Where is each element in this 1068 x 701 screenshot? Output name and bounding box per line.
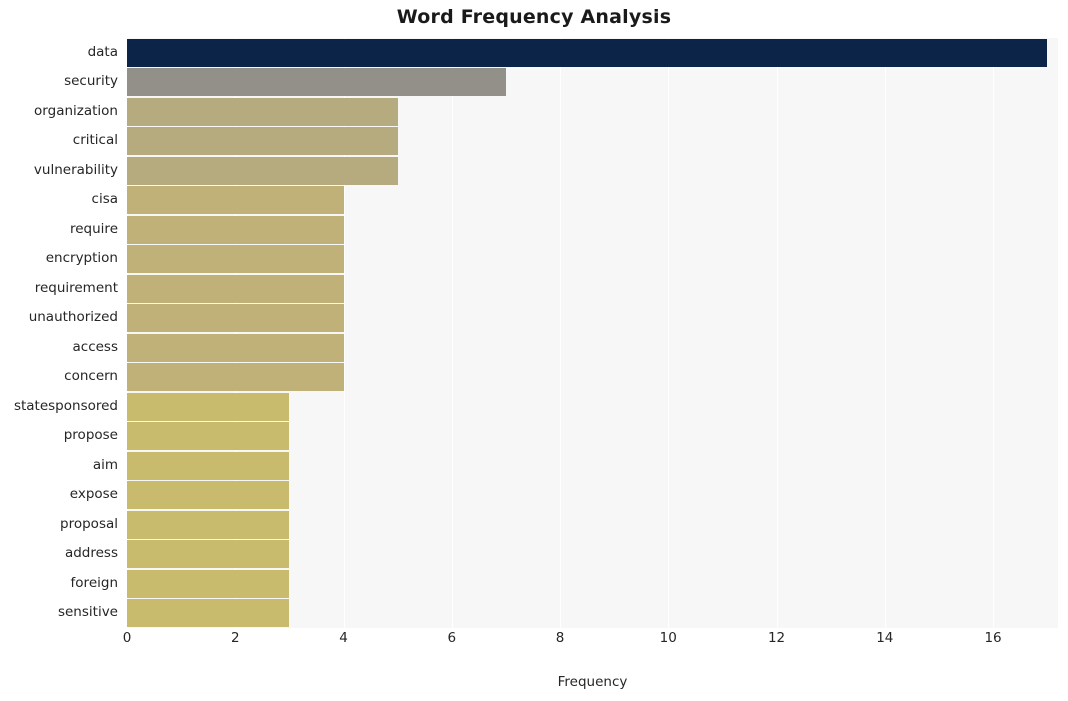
y-tick-label: critical bbox=[72, 132, 118, 149]
x-axis-tick-labels: 0 2 4 6 8 10 12 14 16 bbox=[123, 630, 1058, 654]
x-axis-label: Frequency bbox=[557, 674, 628, 690]
y-tick-label: foreign bbox=[70, 574, 118, 591]
y-tick-label: requirement bbox=[34, 279, 118, 296]
x-tick-label: 2 bbox=[230, 630, 240, 646]
y-tick-label: propose bbox=[63, 427, 118, 444]
x-tick-label: 16 bbox=[984, 630, 1002, 646]
x-tick-label: 8 bbox=[555, 630, 565, 646]
y-tick-label: encryption bbox=[45, 250, 118, 267]
word-frequency-chart: Word Frequency Analysis data security orga… bbox=[0, 0, 1068, 701]
y-tick-label: vulnerability bbox=[33, 161, 118, 178]
y-tick-label: statesponsored bbox=[13, 397, 118, 414]
y-tick-label: require bbox=[70, 220, 118, 237]
y-tick-label: unauthorized bbox=[28, 309, 118, 326]
x-tick-label: 12 bbox=[767, 630, 786, 646]
x-tick-label: 6 bbox=[447, 630, 457, 646]
y-tick-label: security bbox=[64, 73, 118, 90]
x-tick-label: 4 bbox=[339, 630, 348, 646]
x-tick-label: 10 bbox=[659, 630, 677, 646]
y-axis-tick-labels: data security organization critical vulnerab… bbox=[0, 38, 1068, 628]
y-tick-label: address bbox=[64, 545, 118, 562]
y-tick-label: proposal bbox=[60, 515, 118, 532]
y-tick-label: data bbox=[87, 43, 118, 60]
x-tick-label: 0 bbox=[122, 630, 132, 646]
y-tick-label: concern bbox=[64, 368, 118, 385]
y-tick-label: cisa bbox=[91, 191, 118, 208]
y-tick-label: aim bbox=[92, 456, 118, 473]
y-tick-label: access bbox=[72, 338, 119, 355]
y-tick-label: organization bbox=[34, 102, 118, 119]
chart-title: Word Frequency Analysis bbox=[396, 6, 672, 28]
y-tick-label: sensitive bbox=[57, 604, 118, 621]
x-tick-label: 14 bbox=[876, 630, 894, 646]
y-tick-label: expose bbox=[69, 486, 118, 503]
